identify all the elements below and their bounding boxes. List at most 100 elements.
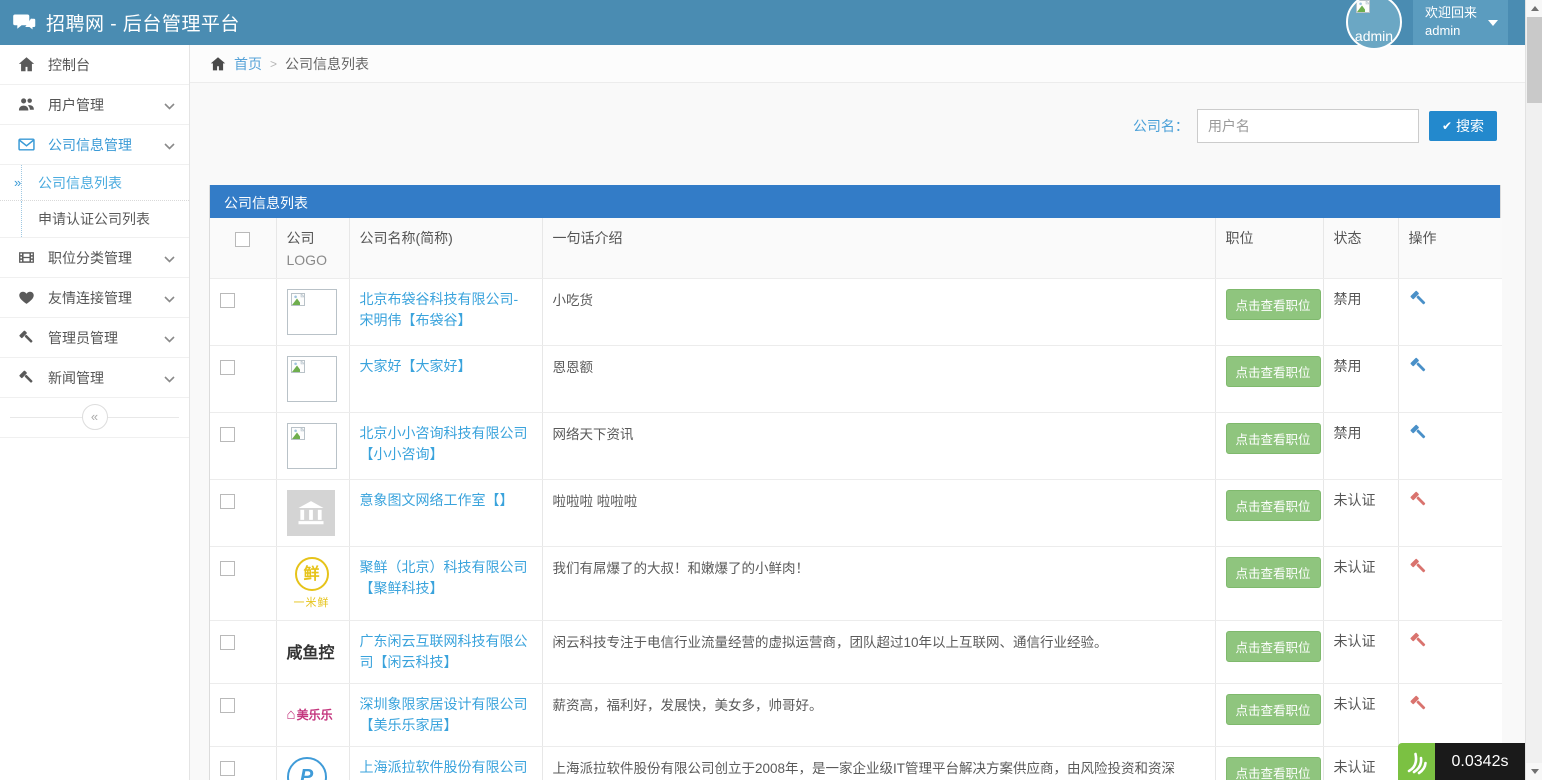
sidebar-item-links-management[interactable]: 友情连接管理: [0, 278, 189, 318]
company-name-link[interactable]: 上海派拉软件股份有限公司【派拉软件】: [360, 757, 532, 780]
table-row: 北京布袋谷科技有限公司-宋明伟【布袋谷】 小吃货 点击查看职位 禁用: [210, 279, 1502, 346]
sidebar-subitem-company-cert-apply-list[interactable]: 申请认证公司列表: [0, 201, 189, 237]
collapse-sidebar-button[interactable]: «: [82, 404, 108, 430]
user-menu[interactable]: 欢迎回来 admin: [1413, 0, 1508, 45]
envelope-icon: [18, 136, 35, 153]
company-logo: 咸鱼控: [287, 631, 339, 663]
app-title: 招聘网 - 后台管理平台: [46, 9, 240, 36]
gavel-icon: [18, 369, 35, 386]
sidebar-item-position-category-management[interactable]: 职位分类管理: [0, 238, 189, 278]
heart-icon: [18, 289, 35, 306]
company-intro: 薪资高，福利好，发展快，美女多，帅哥好。: [553, 698, 823, 713]
avatar[interactable]: admin: [1346, 0, 1402, 50]
gavel-icon[interactable]: [1409, 356, 1428, 375]
company-name-link[interactable]: 聚鲜（北京）科技有限公司【聚鲜科技】: [360, 557, 532, 599]
scrollbar-thumb[interactable]: [1527, 17, 1542, 103]
sidebar-item-news-management[interactable]: 新闻管理: [0, 358, 189, 398]
chevron-down-icon: [164, 290, 175, 306]
view-positions-button[interactable]: 点击查看职位: [1226, 631, 1321, 662]
table-row: P 上海派拉软件股份有限公司【派拉软件】 上海派拉软件股份有限公司创立于2008…: [210, 747, 1502, 780]
scrollbar[interactable]: [1525, 0, 1542, 780]
row-checkbox[interactable]: [220, 293, 235, 308]
sidebar-collapse-row: «: [0, 398, 189, 438]
company-logo: ⌂美乐乐: [287, 694, 339, 723]
thinkphp-leaf-icon: [1398, 743, 1435, 780]
panel-title: 公司信息列表: [210, 185, 1500, 218]
topbar: 招聘网 - 后台管理平台 admin 欢迎回来 admin: [0, 0, 1525, 45]
home-icon: [210, 56, 226, 72]
header-name: 公司名称(简称): [349, 218, 542, 279]
table-row: 大家好【大家好】 恩恩额 点击查看职位 禁用: [210, 346, 1502, 413]
table-header-row: 公司 LOGO 公司名称(简称) 一句话介绍 职位 状态 操作: [210, 218, 1502, 279]
company-list-panel: 公司信息列表 公司 LOGO 公司名称(简称) 一句话介绍 职位: [209, 185, 1501, 780]
chevron-down-icon: [164, 97, 175, 113]
view-positions-button[interactable]: 点击查看职位: [1226, 423, 1321, 454]
company-intro: 闲云科技专注于电信行业流量经营的虚拟运营商，团队超过10年以上互联网、通信行业经…: [553, 635, 1108, 650]
company-name-link[interactable]: 意象图文网络工作室【】: [360, 490, 514, 511]
search-button[interactable]: ✔ 搜索: [1429, 111, 1497, 141]
company-name-input[interactable]: [1197, 109, 1419, 143]
status-text: 未认证: [1334, 759, 1376, 775]
row-checkbox[interactable]: [220, 561, 235, 576]
scroll-up-button[interactable]: [1526, 0, 1542, 17]
sidebar-item-admin-management[interactable]: 管理员管理: [0, 318, 189, 358]
users-icon: [18, 96, 35, 113]
row-checkbox[interactable]: [220, 360, 235, 375]
gavel-icon[interactable]: [1409, 423, 1428, 442]
view-positions-button[interactable]: 点击查看职位: [1226, 557, 1321, 588]
view-positions-button[interactable]: 点击查看职位: [1226, 694, 1321, 725]
company-logo: [287, 356, 339, 402]
row-checkbox[interactable]: [220, 698, 235, 713]
sidebar-item-user-management[interactable]: 用户管理: [0, 85, 189, 125]
sidebar-item-company-info-management[interactable]: 公司信息管理: [0, 125, 189, 165]
view-positions-button[interactable]: 点击查看职位: [1226, 757, 1321, 780]
scroll-down-button[interactable]: [1526, 763, 1542, 780]
company-name-link[interactable]: 深圳象限家居设计有限公司【美乐乐家居】: [360, 694, 532, 736]
row-checkbox[interactable]: [220, 494, 235, 509]
gavel-icon[interactable]: [1409, 557, 1428, 576]
breadcrumb-separator: >: [270, 57, 277, 71]
company-logo: P: [287, 757, 339, 780]
view-positions-button[interactable]: 点击查看职位: [1226, 289, 1321, 320]
breadcrumb: 首页 > 公司信息列表: [190, 45, 1525, 83]
broken-image-icon: [287, 356, 337, 402]
row-checkbox[interactable]: [220, 427, 235, 442]
company-name-link[interactable]: 广东闲云互联网科技有限公司【闲云科技】: [360, 631, 532, 673]
gavel-icon[interactable]: [1409, 631, 1428, 650]
status-text: 未认证: [1334, 492, 1376, 508]
company-name-link[interactable]: 大家好【大家好】: [360, 356, 472, 377]
film-icon: [18, 249, 35, 266]
company-name-link[interactable]: 北京小小咨询科技有限公司【小小咨询】: [360, 423, 532, 465]
header-intro: 一句话介绍: [542, 218, 1215, 279]
username: admin: [1425, 22, 1482, 40]
header-position: 职位: [1215, 218, 1323, 279]
view-positions-button[interactable]: 点击查看职位: [1226, 356, 1321, 387]
company-intro: 网络天下资讯: [553, 427, 634, 442]
sidebar-subitem-company-info-list[interactable]: » 公司信息列表: [0, 165, 189, 201]
load-time-badge: 0.0342s: [1398, 743, 1525, 780]
company-logo-image: 鲜一米鲜: [287, 557, 337, 610]
company-logo: [287, 490, 339, 536]
company-logo-image: P: [287, 757, 327, 780]
chevron-down-icon: [164, 250, 175, 266]
company-intro: 上海派拉软件股份有限公司创立于2008年，是一家企业级IT管理平台解决方案供应商…: [553, 761, 1176, 776]
chevron-down-icon: [164, 330, 175, 346]
broken-image-icon: [1356, 0, 1372, 19]
row-checkbox[interactable]: [220, 635, 235, 650]
row-checkbox[interactable]: [220, 761, 235, 776]
table-row: 鲜一米鲜 聚鲜（北京）科技有限公司【聚鲜科技】 我们有屌爆了的大叔！和嫩爆了的小…: [210, 547, 1502, 621]
status-text: 禁用: [1334, 358, 1362, 374]
gavel-icon[interactable]: [1409, 289, 1428, 308]
sidebar-item-dashboard[interactable]: 控制台: [0, 45, 189, 85]
breadcrumb-home-link[interactable]: 首页: [234, 54, 262, 74]
view-positions-button[interactable]: 点击查看职位: [1226, 490, 1321, 521]
select-all-checkbox[interactable]: [235, 232, 250, 247]
topbar-right: admin 欢迎回来 admin: [1413, 0, 1508, 45]
brand: 招聘网 - 后台管理平台: [0, 9, 240, 36]
home-icon: [18, 56, 35, 73]
gavel-icon[interactable]: [1409, 490, 1428, 509]
load-time-text: 0.0342s: [1435, 743, 1525, 780]
gavel-icon[interactable]: [1409, 694, 1428, 713]
company-name-link[interactable]: 北京布袋谷科技有限公司-宋明伟【布袋谷】: [360, 289, 532, 331]
chevron-down-icon: [164, 137, 175, 153]
